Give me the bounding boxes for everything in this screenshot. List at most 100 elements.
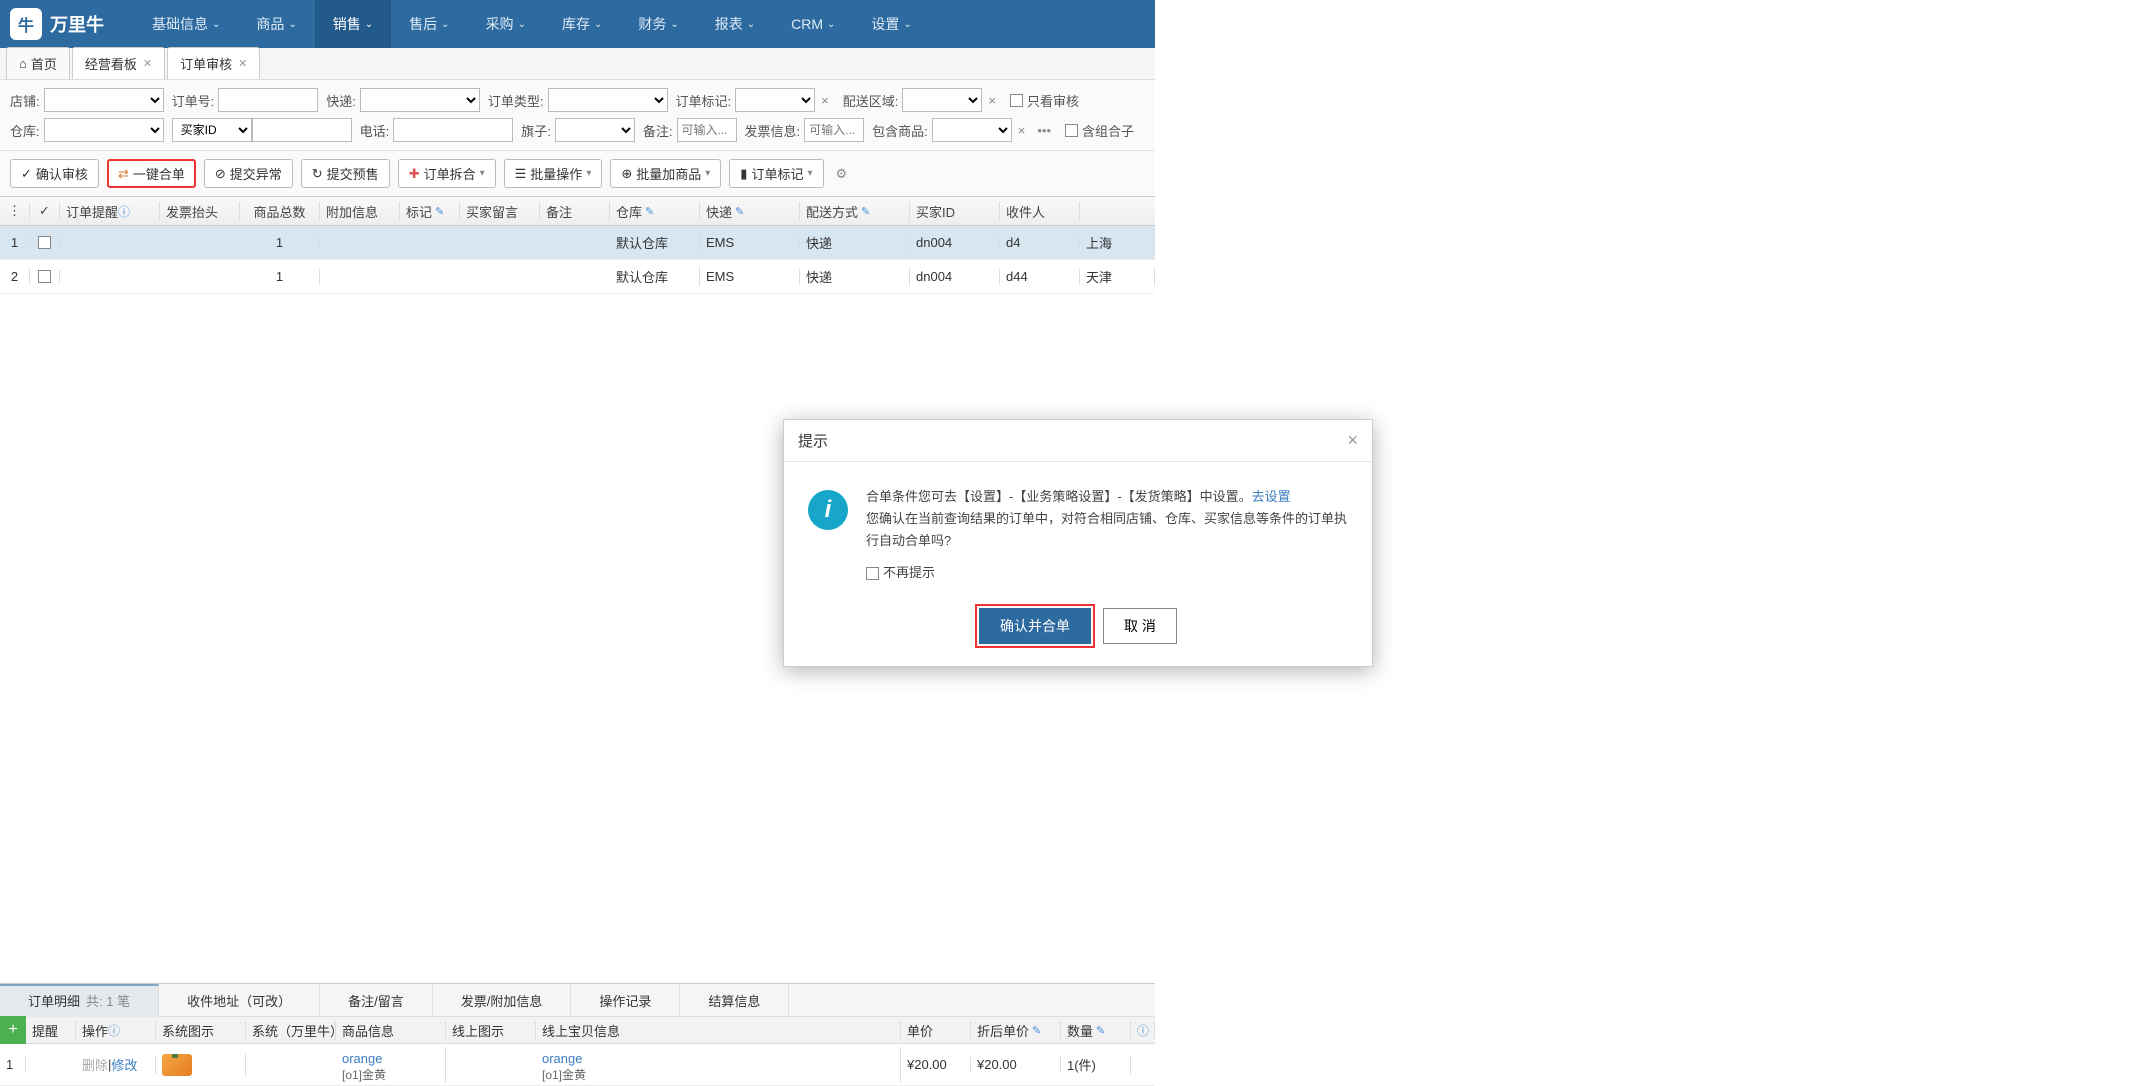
- cell-addr: 天津: [1080, 267, 1155, 286]
- col-checkall[interactable]: ✓: [30, 203, 60, 219]
- filter-warehouse-select[interactable]: [44, 118, 164, 142]
- col-remind: 订单提醒ⓘ: [60, 202, 160, 221]
- nav-goods[interactable]: 商品⌄: [238, 0, 314, 48]
- filter-area-select[interactable]: [902, 88, 982, 112]
- cell-recipient: d44: [1000, 269, 1080, 284]
- cell-discount: ¥20.00: [971, 1057, 1061, 1072]
- close-icon[interactable]: ×: [1347, 430, 1358, 451]
- modal-title: 提示: [798, 430, 828, 451]
- batch-op-button[interactable]: ☰批量操作▾: [504, 159, 603, 188]
- close-icon[interactable]: ✕: [143, 57, 152, 70]
- edit-icon[interactable]: ✎: [861, 205, 870, 218]
- tab-address[interactable]: 收件地址（可改）: [159, 984, 320, 1017]
- filter-buyerid-input[interactable]: [252, 118, 352, 142]
- baby-name[interactable]: orange: [542, 1051, 894, 1066]
- nav-settings[interactable]: 设置⌄: [853, 0, 929, 48]
- nav-basic-info[interactable]: 基础信息⌄: [134, 0, 238, 48]
- confirm-merge-button[interactable]: 确认并合单: [979, 608, 1091, 644]
- edit-icon[interactable]: ✎: [1096, 1024, 1105, 1037]
- submit-presale-button[interactable]: ↻提交预售: [301, 159, 390, 188]
- goods-name[interactable]: orange: [342, 1051, 439, 1066]
- filter-ordermark-label: 订单标记:: [676, 91, 732, 110]
- cell-price: ¥20.00: [901, 1057, 971, 1072]
- col-buyer-msg: 买家留言: [460, 202, 540, 221]
- cancel-button[interactable]: 取 消: [1103, 608, 1177, 644]
- filter-phone-input[interactable]: [393, 118, 513, 142]
- logo: 牛 万里牛: [10, 8, 104, 40]
- add-detail-button[interactable]: +: [0, 1016, 26, 1044]
- filter-invoice-input[interactable]: [804, 118, 864, 142]
- filter-includegoods-select[interactable]: [932, 118, 1012, 142]
- filter-express-select[interactable]: [360, 88, 480, 112]
- nav-aftersale[interactable]: 售后⌄: [391, 0, 467, 48]
- cell-express: EMS: [700, 269, 800, 284]
- more-icon[interactable]: •••: [1031, 123, 1057, 138]
- filter-flag-select[interactable]: [555, 118, 635, 142]
- nav-report[interactable]: 报表⌄: [697, 0, 773, 48]
- filter-note-input[interactable]: [677, 118, 737, 142]
- table-row[interactable]: 1 1 默认仓库 EMS 快递 dn004 d4 上海: [0, 226, 1155, 260]
- logo-text: 万里牛: [50, 11, 104, 37]
- filter-ordertype-select[interactable]: [548, 88, 668, 112]
- dcol-qty: 数量✎: [1061, 1021, 1131, 1040]
- info-icon[interactable]: ⓘ: [118, 203, 130, 220]
- chevron-down-icon: ⌄: [212, 19, 220, 30]
- dcol-baby: 线上宝贝信息: [536, 1021, 901, 1040]
- nav-sales[interactable]: 销售⌄: [315, 0, 391, 48]
- filter-buyerid-select[interactable]: 买家ID: [172, 118, 252, 142]
- merge-order-button[interactable]: ⇄一键合单: [107, 159, 196, 188]
- cell-express: EMS: [700, 235, 800, 250]
- filter-ordertype-label: 订单类型:: [488, 91, 544, 110]
- gear-icon[interactable]: ⚙: [832, 162, 852, 186]
- chevron-down-icon: ⌄: [518, 19, 526, 30]
- filter-auditonly-checkbox[interactable]: [1010, 94, 1023, 107]
- nav-crm[interactable]: CRM⌄: [773, 0, 853, 48]
- edit-link[interactable]: 修改: [111, 1055, 137, 1074]
- confirm-audit-button[interactable]: ✓确认审核: [10, 159, 99, 188]
- col-addl-info: 附加信息: [320, 202, 400, 221]
- submit-exception-button[interactable]: ⊘提交异常: [204, 159, 293, 188]
- filter-ordermark-select[interactable]: [735, 88, 815, 112]
- info-icon[interactable]: ⓘ: [1137, 1022, 1149, 1039]
- nav-purchase[interactable]: 采购⌄: [468, 0, 544, 48]
- tab-settlement[interactable]: 结算信息: [680, 984, 789, 1017]
- nav-finance[interactable]: 财务⌄: [620, 0, 696, 48]
- detail-row[interactable]: 1 删除|修改 orange[o1]金黄 orange[o1]金黄 ¥20.00…: [0, 1044, 1155, 1086]
- ban-icon: ⊘: [215, 166, 226, 182]
- filter-combo-label: 含组合子: [1082, 121, 1134, 140]
- nav-stock[interactable]: 库存⌄: [544, 0, 620, 48]
- clear-icon[interactable]: ×: [1012, 123, 1032, 138]
- tab-order-detail[interactable]: 订单明细共: 1 笔: [0, 984, 159, 1017]
- info-icon[interactable]: ⓘ: [108, 1022, 120, 1039]
- tab-dashboard[interactable]: 经营看板✕: [72, 47, 165, 79]
- tab-home[interactable]: ⌂首页: [6, 47, 70, 79]
- filter-orderno-input[interactable]: [218, 88, 318, 112]
- close-icon[interactable]: ✕: [238, 57, 247, 70]
- edit-icon[interactable]: ✎: [735, 205, 744, 218]
- filter-shop-select[interactable]: [44, 88, 164, 112]
- chevron-down-icon: ⌄: [441, 19, 449, 30]
- filter-warehouse-label: 仓库:: [10, 121, 40, 140]
- col-settings[interactable]: ⋮: [0, 203, 30, 219]
- chevron-down-icon: ⌄: [670, 19, 678, 30]
- settings-link[interactable]: 去设置: [1252, 489, 1291, 504]
- tab-invoice[interactable]: 发票/附加信息: [433, 984, 572, 1017]
- filter-combo-checkbox[interactable]: [1065, 124, 1078, 137]
- row-checkbox[interactable]: [38, 236, 51, 249]
- clear-icon[interactable]: ×: [815, 93, 835, 108]
- tab-oplog[interactable]: 操作记录: [571, 984, 680, 1017]
- row-checkbox[interactable]: [38, 270, 51, 283]
- tab-note[interactable]: 备注/留言: [320, 984, 433, 1017]
- tab-order-audit[interactable]: 订单审核✕: [167, 47, 260, 79]
- batch-add-goods-button[interactable]: ⊕批量加商品▾: [610, 159, 721, 188]
- clear-icon[interactable]: ×: [982, 93, 1002, 108]
- nav-menu: 基础信息⌄ 商品⌄ 销售⌄ 售后⌄ 采购⌄ 库存⌄ 财务⌄ 报表⌄ CRM⌄ 设…: [134, 0, 930, 48]
- col-recipient: 收件人: [1000, 202, 1080, 221]
- edit-icon[interactable]: ✎: [1032, 1024, 1041, 1037]
- table-row[interactable]: 2 1 默认仓库 EMS 快递 dn004 d44 天津: [0, 260, 1155, 294]
- edit-icon[interactable]: ✎: [645, 205, 654, 218]
- edit-icon[interactable]: ✎: [435, 205, 444, 218]
- split-order-button[interactable]: ✚订单拆合▾: [398, 159, 496, 188]
- no-remind-checkbox[interactable]: [866, 567, 879, 580]
- order-mark-button[interactable]: ▮订单标记▾: [729, 159, 823, 188]
